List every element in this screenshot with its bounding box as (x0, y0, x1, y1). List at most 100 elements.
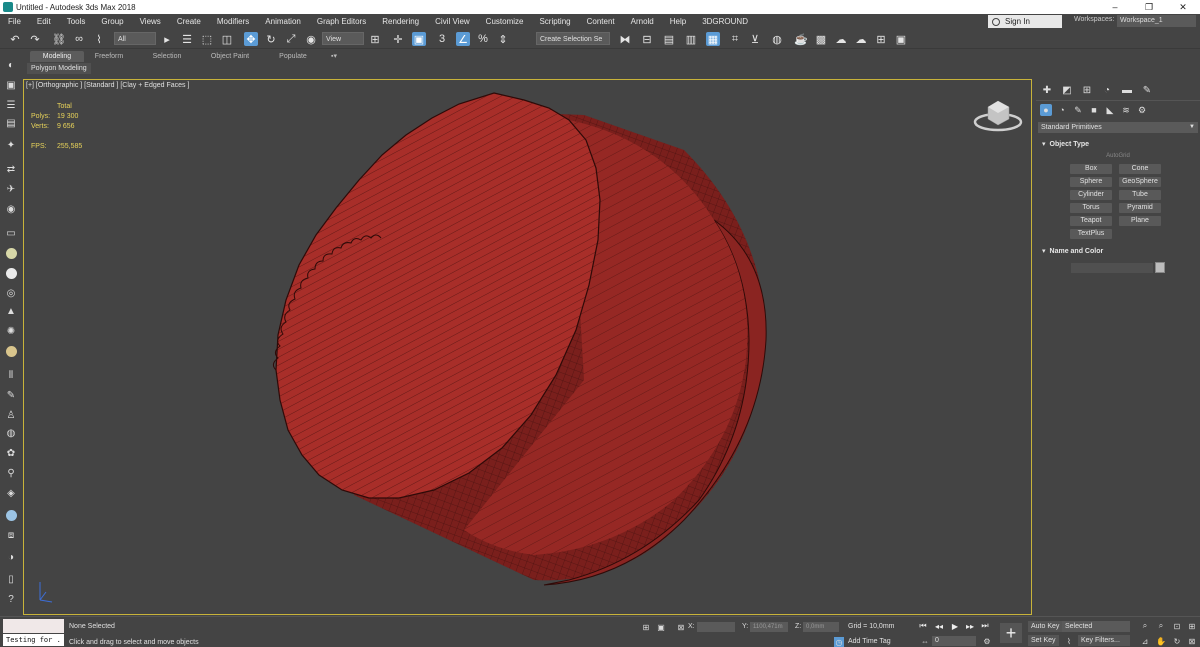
select-object-icon[interactable]: ▸ (160, 32, 174, 46)
zoom-icon[interactable]: ⌕ (1140, 621, 1150, 631)
select-by-name-icon[interactable]: ☰ (180, 32, 194, 46)
snaps-toggle-icon[interactable]: 3 (435, 32, 449, 46)
scene-icon[interactable]: ▣ (4, 78, 18, 92)
maximize-viewport-icon[interactable]: ⊠ (1187, 636, 1197, 646)
goto-start-icon[interactable]: ⏮ (918, 621, 928, 631)
a360-render-icon[interactable]: ⊞ (874, 32, 888, 46)
eye-icon[interactable]: ◑ (4, 550, 18, 564)
torus-icon[interactable]: ◎ (4, 286, 18, 300)
lock-selection-icon[interactable]: ▣ (656, 622, 666, 632)
geometry-icon[interactable]: ● (1040, 104, 1052, 116)
workspace-select[interactable]: Workspace_1 (1117, 15, 1196, 27)
rendered-frame-window-icon[interactable]: ▩ (814, 32, 828, 46)
selection-filter-select[interactable]: All (114, 32, 156, 45)
render-setup-icon[interactable]: ☕ (794, 32, 808, 46)
render-production-icon[interactable]: ☁ (834, 32, 848, 46)
menu-file[interactable]: File (0, 17, 29, 26)
menu-customize[interactable]: Customize (478, 17, 532, 26)
space-warps-icon[interactable]: ≋ (1120, 104, 1132, 116)
cylinder-button[interactable]: Cylinder (1070, 190, 1112, 200)
light-icon[interactable]: ✦ (4, 138, 18, 152)
key-mode-icon[interactable]: ⇔ (920, 636, 930, 646)
modify-tab-icon[interactable]: ◩ (1060, 83, 1074, 97)
tab-freeform[interactable]: Freeform (84, 51, 134, 62)
rectangular-selection-icon[interactable]: ⬚ (200, 32, 214, 46)
tape-icon[interactable]: ⇄ (4, 162, 18, 176)
tab-selection[interactable]: Selection (142, 51, 192, 62)
scene-explorer-icon[interactable]: ▤ (662, 32, 676, 46)
box-button[interactable]: Box (1070, 164, 1112, 174)
spinner-snap-icon[interactable]: ⇕ (496, 32, 510, 46)
plane-button[interactable]: Plane (1119, 216, 1161, 226)
unlink-icon[interactable]: ∞ (72, 32, 86, 46)
doc-icon[interactable]: ▯ (4, 572, 18, 586)
utilities-tab-icon[interactable]: ✎ (1140, 83, 1154, 97)
helpers-icon[interactable]: ◣ (1104, 104, 1116, 116)
ball-icon[interactable] (4, 508, 18, 522)
menu-tools[interactable]: Tools (59, 17, 94, 26)
help-icon[interactable]: ? (4, 592, 18, 606)
reference-coordinate-select[interactable]: View (322, 32, 364, 45)
sphere-icon[interactable] (4, 266, 18, 280)
cone-button[interactable]: Cone (1119, 164, 1161, 174)
pivot-center-icon[interactable]: ⊞ (368, 32, 382, 46)
menu-scripting[interactable]: Scripting (531, 17, 578, 26)
maxscript-listener[interactable] (3, 619, 64, 633)
globe-icon[interactable]: ◍ (4, 426, 18, 440)
object-type-rollout[interactable]: ▾ Object Type (1038, 139, 1198, 150)
set-key-button[interactable]: Set Key (1028, 635, 1059, 646)
link-icon[interactable]: ⛓ (52, 32, 66, 46)
maximize-button[interactable]: ❐ (1132, 0, 1166, 14)
field-of-view-icon[interactable]: ⊿ (1140, 636, 1150, 646)
textplus-button[interactable]: TextPlus (1070, 229, 1112, 239)
view-icon[interactable]: ◐ (4, 58, 18, 72)
isolate-icon[interactable]: ⊞ (641, 622, 651, 632)
grid-list-icon[interactable]: ▤ (4, 116, 18, 130)
pan-icon[interactable]: ✋ (1156, 636, 1166, 646)
ribbon-options-icon[interactable]: ▪▾ (326, 51, 342, 62)
object-color-swatch[interactable] (1155, 262, 1165, 273)
helper-icon[interactable]: ✈ (4, 182, 18, 196)
window-crossing-icon[interactable]: ◫ (220, 32, 234, 46)
menu-create[interactable]: Create (169, 17, 209, 26)
sphere-button[interactable]: Sphere (1070, 177, 1112, 187)
pyramid-button[interactable]: Pyramid (1119, 203, 1161, 213)
render-iterative-icon[interactable]: ☁ (854, 32, 868, 46)
polygon-modeling-panel[interactable]: Polygon Modeling (27, 63, 91, 74)
menu-civil-view[interactable]: Civil View (427, 17, 478, 26)
create-tab-icon[interactable]: ✚ (1040, 83, 1054, 97)
menu-edit[interactable]: Edit (29, 17, 59, 26)
tab-modeling[interactable]: Modeling (30, 51, 84, 62)
menu-3dground[interactable]: 3DGROUND (694, 17, 756, 26)
sun-icon[interactable]: ✺ (4, 324, 18, 338)
menu-help[interactable]: Help (662, 17, 694, 26)
schematic-view-icon[interactable]: ⊻ (748, 32, 762, 46)
name-and-color-rollout[interactable]: ▾ Name and Color (1038, 246, 1198, 257)
key-filters-button[interactable]: Key Filters... (1078, 635, 1130, 646)
disc-icon[interactable] (4, 344, 18, 358)
angle-snap-icon[interactable]: ∠ (456, 32, 470, 46)
key-selection-select[interactable]: Selected (1062, 621, 1130, 632)
viewport-label[interactable]: [+] [Orthographic ] [Standard ] [Clay + … (26, 82, 189, 89)
current-frame-input[interactable]: 0 (932, 636, 976, 646)
viewcube-icon[interactable] (973, 95, 1023, 135)
object-icon[interactable]: ⧈ (4, 528, 18, 542)
zoom-all-icon[interactable]: ⌕ (1156, 621, 1166, 631)
play-icon[interactable]: ▶ (950, 621, 960, 631)
bind-space-warp-icon[interactable]: ⌇ (92, 32, 106, 46)
zoom-extents-all-icon[interactable]: ⊞ (1187, 621, 1197, 631)
redo-icon[interactable]: ↷ (28, 32, 42, 46)
toggle-ribbon-icon[interactable]: ▦ (706, 32, 720, 46)
menu-graph-editors[interactable]: Graph Editors (309, 17, 374, 26)
character-icon[interactable]: ♙ (4, 408, 18, 422)
tab-object-paint[interactable]: Object Paint (200, 51, 260, 62)
hierarchy-tab-icon[interactable]: ⊞ (1080, 83, 1094, 97)
sign-in-button[interactable]: Sign In (988, 15, 1062, 28)
goto-end-icon[interactable]: ⏭ (980, 621, 990, 631)
absolute-mode-icon[interactable]: ⊠ (676, 622, 686, 632)
select-and-move-icon[interactable]: ✥ (244, 32, 258, 46)
display-tab-icon[interactable]: ▬ (1120, 83, 1134, 97)
torus-button[interactable]: Torus (1070, 203, 1112, 213)
box-icon[interactable]: ▭ (4, 226, 18, 240)
select-manipulate-icon[interactable]: ✛ (391, 32, 405, 46)
